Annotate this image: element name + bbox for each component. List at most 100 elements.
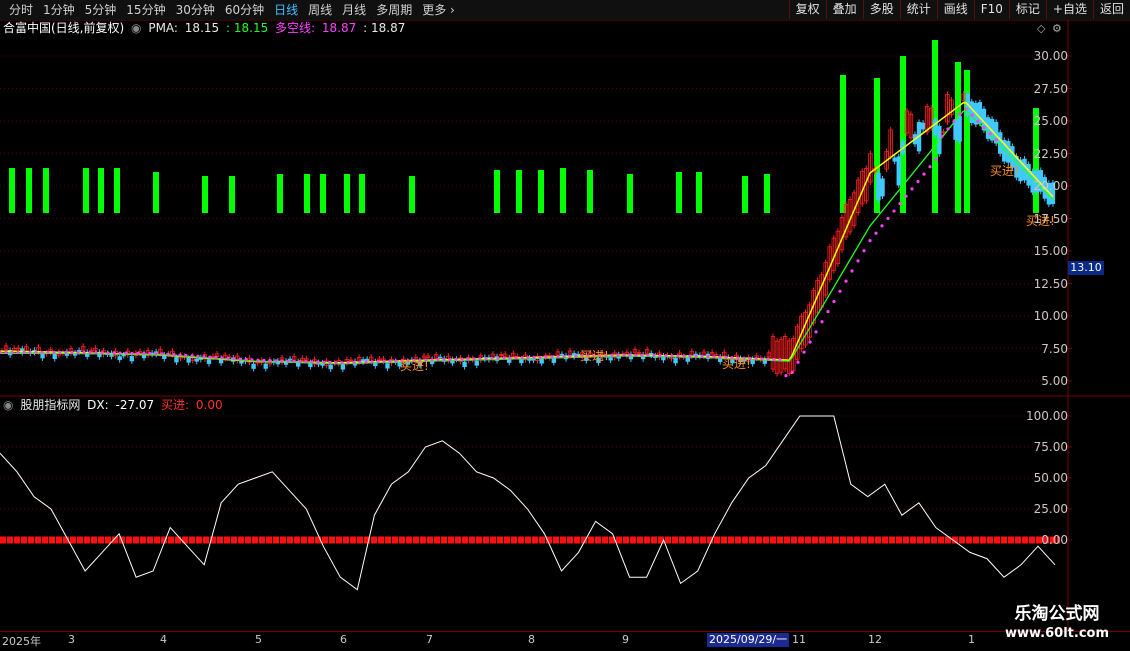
candle-body-11 — [44, 352, 49, 355]
candle-body-181 — [734, 354, 739, 361]
candle-body-156 — [632, 349, 638, 353]
dkx-dot-138 — [136, 351, 140, 355]
tool-button-8[interactable]: 返回 — [1092, 0, 1130, 19]
tab-period-3[interactable]: 15分钟 — [121, 2, 170, 18]
dkx-dot-882 — [880, 224, 884, 228]
dkx-dot-144 — [142, 351, 146, 356]
dkx-dot-474 — [472, 357, 476, 361]
tool-button-7[interactable]: +自选 — [1045, 0, 1093, 19]
dx-label: DX: — [87, 398, 109, 412]
date-label-1: 3 — [68, 633, 75, 646]
dkx-dot-414 — [412, 358, 416, 363]
tab-period-2[interactable]: 5分钟 — [80, 2, 122, 18]
candle-body-226 — [916, 122, 922, 152]
diamond-icon[interactable]: ◇ — [1037, 22, 1045, 35]
dkx-dot-276 — [274, 359, 278, 363]
candle-body-205 — [831, 237, 837, 271]
candle-body-138 — [559, 353, 565, 356]
buy-label: 买进: — [161, 398, 190, 412]
signal-bar-5 — [114, 168, 120, 213]
signal-bar-4 — [98, 168, 104, 213]
dkx-dot-636 — [634, 353, 638, 357]
dx-value: -27.07 — [115, 398, 155, 412]
price-tick-15-label: 15.00 — [1033, 244, 1068, 258]
dkx-dot-726 — [724, 355, 728, 360]
price-tick-20-label: 20.00 — [1033, 179, 1068, 193]
tool-button-0[interactable]: 复权 — [788, 0, 826, 19]
indicator-toggle-icon[interactable]: ◉ — [3, 398, 13, 412]
candle-body-148 — [600, 352, 605, 358]
dkx-dot-486 — [484, 357, 488, 361]
candle-body-232 — [941, 131, 946, 134]
candle-body-80 — [324, 360, 329, 366]
tool-button-1[interactable]: 叠加 — [825, 0, 863, 19]
candle-body-96 — [389, 358, 394, 364]
indicator-title[interactable]: 股朋指标网 — [20, 398, 80, 412]
signal-bar-9 — [277, 174, 283, 213]
candle-body-92 — [373, 361, 378, 367]
candle-body-200 — [811, 290, 816, 324]
candle-body-122 — [494, 356, 500, 361]
stock-title[interactable]: 合富中国(日线,前复权) — [3, 21, 124, 35]
candle-body-189 — [766, 352, 772, 358]
candle-body-183 — [742, 359, 747, 362]
candle-body-59 — [239, 360, 244, 364]
tab-period-4[interactable]: 30分钟 — [171, 2, 220, 18]
signal-bar-17 — [538, 170, 544, 213]
buy-signal-0: 买进! — [400, 359, 429, 373]
candle-body-129 — [523, 354, 528, 360]
candle-body-188 — [762, 358, 768, 364]
dkx-dot-84 — [82, 351, 86, 355]
dkx-dot-570 — [568, 354, 572, 359]
price-tick-25-label: 25.00 — [1033, 114, 1068, 128]
dkx-dot-360 — [358, 360, 362, 364]
settings-icon[interactable]: ⚙ — [1052, 22, 1062, 35]
dkx-dot-66 — [64, 350, 68, 354]
dkx-dot-504 — [502, 356, 506, 360]
date-label-4: 6 — [340, 633, 347, 646]
candle-body-198 — [803, 312, 808, 346]
dkx-dot-444 — [442, 358, 446, 362]
tool-button-3[interactable]: 统计 — [899, 0, 937, 19]
tool-button-6[interactable]: 标记 — [1008, 0, 1046, 19]
candle-body-231 — [937, 125, 942, 155]
tool-button-4[interactable]: 画线 — [936, 0, 974, 19]
dx-tick-100-label: 100.00 — [1026, 409, 1068, 423]
dkx-dot-588 — [586, 354, 590, 358]
tab-period-6[interactable]: 日线 — [269, 2, 303, 18]
chevron-down-icon[interactable]: ◉ — [131, 21, 141, 35]
dkx-dot-432 — [430, 358, 434, 362]
tab-period-5[interactable]: 60分钟 — [220, 2, 269, 18]
dkx-dot-768 — [766, 357, 770, 361]
tab-period-10[interactable]: 更多 › — [417, 2, 460, 18]
candle-body-98 — [397, 362, 402, 367]
candle-body-61 — [247, 357, 252, 363]
kline-chart[interactable]: 买进!买进!买进!买进!买进! — [0, 0, 1130, 650]
line4-value: 18.87 — [370, 21, 406, 35]
date-label-0: 2025年 — [2, 635, 41, 648]
dkx-dot-948 — [946, 127, 950, 131]
candle-body-101 — [409, 359, 415, 362]
candle-body-99 — [401, 358, 406, 365]
tool-button-5[interactable]: F10 — [973, 0, 1009, 19]
tab-period-1[interactable]: 1分钟 — [38, 2, 80, 18]
dkx-dot-630 — [628, 353, 632, 357]
candle-body-251 — [1018, 159, 1023, 182]
dkx-dot-390 — [388, 359, 392, 363]
dkx-dot-648 — [646, 353, 650, 358]
tab-period-0[interactable]: 分时 — [4, 2, 38, 18]
signal-bar-26 — [874, 78, 880, 213]
tab-period-9[interactable]: 多周期 — [371, 2, 417, 18]
dkx-dot-906 — [904, 194, 908, 198]
dkx-dot-378 — [376, 360, 380, 364]
candle-body-24 — [97, 351, 102, 358]
dkx-dot-696 — [694, 354, 698, 358]
tab-period-7[interactable]: 周线 — [303, 2, 337, 18]
dkx-dot-924 — [922, 172, 926, 176]
candle-body-68 — [275, 360, 281, 365]
candle-body-2 — [7, 349, 13, 356]
tab-period-8[interactable]: 月线 — [337, 2, 371, 18]
tool-button-2[interactable]: 多股 — [862, 0, 900, 19]
candle-body-211 — [855, 179, 861, 213]
toolbar: 分时 1分钟 5分钟 15分钟 30分钟 60分钟 日线 周线 月线 多周期 更多 › 复权 叠加 多股… — [0, 0, 1130, 21]
